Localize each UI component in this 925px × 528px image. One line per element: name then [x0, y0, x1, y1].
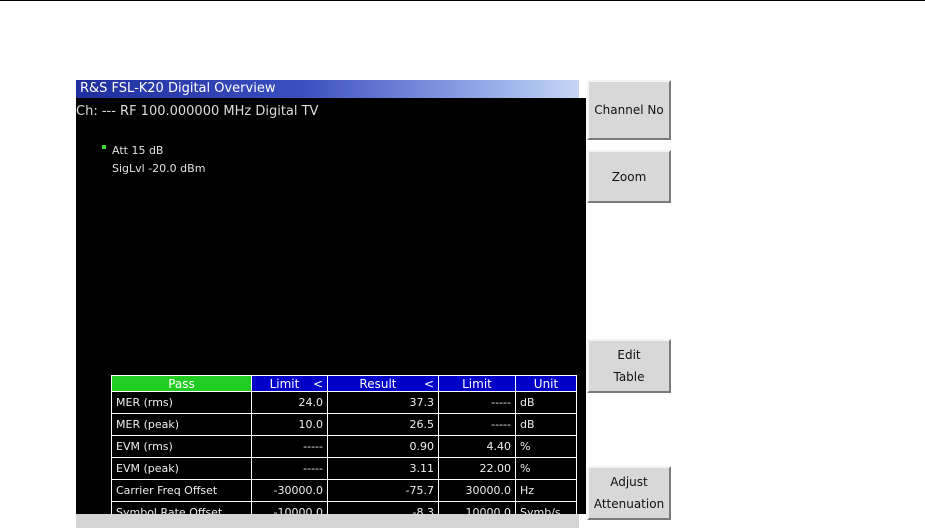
table-row: MER (peak) 10.0 26.5 ----- dB: [111, 413, 577, 436]
signal-level-readout: SigLvl -20.0 dBm: [112, 162, 206, 175]
zoom-softkey[interactable]: Zoom: [587, 150, 671, 203]
measurement-screen: Ch: --- RF 100.000000 MHz Digital TV Att…: [76, 98, 586, 524]
attenuation-readout: Att 15 dB: [112, 144, 164, 157]
table-row: MER (rms) 24.0 37.3 ----- dB: [111, 391, 577, 414]
adjust-attenuation-softkey-line1: Adjust: [610, 475, 648, 489]
row-unit: %: [515, 457, 577, 480]
row-unit: Hz: [515, 479, 577, 502]
result-header-label: Result: [359, 376, 397, 391]
limit-high-header: Limit: [438, 375, 516, 392]
limit-low-header: Limit <: [251, 375, 328, 392]
edit-table-softkey-line2: Table: [613, 370, 645, 384]
edit-table-softkey[interactable]: Edit Table: [587, 339, 671, 393]
table-header-row: Pass Limit < Result < Limit Unit: [111, 375, 577, 392]
row-name: Carrier Freq Offset: [111, 479, 252, 502]
adjust-attenuation-softkey[interactable]: Adjust Attenuation: [587, 466, 671, 520]
row-name: MER (peak): [111, 413, 252, 436]
row-result: -75.7: [327, 479, 439, 502]
row-limit-low: -30000.0: [251, 479, 328, 502]
analyzer-window: R&S FSL-K20 Digital Overview Ch: --- RF …: [76, 80, 672, 528]
row-result: 26.5: [327, 413, 439, 436]
unit-header: Unit: [515, 375, 577, 392]
adjust-attenuation-softkey-line2: Attenuation: [593, 497, 665, 511]
row-unit: dB: [515, 413, 577, 436]
top-rule: [0, 0, 925, 1]
row-limit-low: -----: [251, 457, 328, 480]
channel-no-softkey-label: Channel No: [594, 103, 664, 117]
channel-no-softkey[interactable]: Channel No: [587, 80, 671, 140]
row-limit-high: 4.40: [438, 435, 516, 458]
row-name: MER (rms): [111, 391, 252, 414]
limit-low-header-label: Limit: [269, 376, 300, 391]
less-than-2: <: [423, 376, 434, 391]
row-limit-high: -----: [438, 413, 516, 436]
row-limit-low: 24.0: [251, 391, 328, 414]
row-unit: dB: [515, 391, 577, 414]
zoom-softkey-label: Zoom: [611, 169, 647, 184]
row-unit: %: [515, 435, 577, 458]
row-result: 37.3: [327, 391, 439, 414]
result-header: Result <: [327, 375, 439, 392]
table-row: EVM (peak) ----- 3.11 22.00 %: [111, 457, 577, 480]
pass-status-header: Pass: [111, 375, 252, 392]
table-row: EVM (rms) ----- 0.90 4.40 %: [111, 435, 577, 458]
row-name: EVM (rms): [111, 435, 252, 458]
results-table: Pass Limit < Result < Limit Unit MER (rm…: [111, 375, 577, 524]
row-limit-high: 22.00: [438, 457, 516, 480]
row-limit-low: -----: [251, 435, 328, 458]
less-than-1: <: [312, 376, 323, 391]
window-title: R&S FSL-K20 Digital Overview: [76, 80, 579, 98]
status-bar: [76, 514, 579, 528]
channel-info: Ch: --- RF 100.000000 MHz Digital TV: [76, 104, 319, 119]
row-result: 3.11: [327, 457, 439, 480]
edit-table-softkey-line1: Edit: [617, 348, 641, 362]
row-limit-high: -----: [438, 391, 516, 414]
row-limit-high: 30000.0: [438, 479, 516, 502]
status-dot-icon: [102, 145, 106, 149]
table-row: Carrier Freq Offset -30000.0 -75.7 30000…: [111, 479, 577, 502]
row-name: EVM (peak): [111, 457, 252, 480]
row-result: 0.90: [327, 435, 439, 458]
row-limit-low: 10.0: [251, 413, 328, 436]
